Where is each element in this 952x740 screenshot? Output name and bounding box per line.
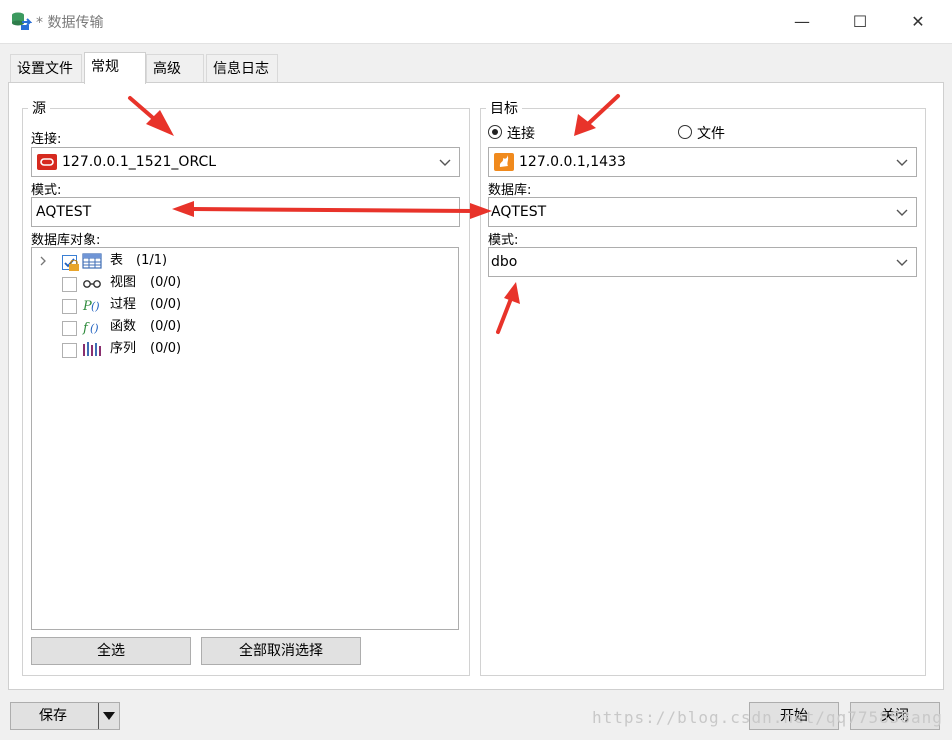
save-split-divider: [98, 703, 99, 729]
target-connection-value: 127.0.0.1,1433: [519, 154, 626, 170]
window-title: * 数据传输: [36, 15, 104, 31]
target-database-value: AQTEST: [491, 204, 547, 220]
functions-checkbox[interactable]: [62, 321, 77, 336]
sequence-icon: [83, 342, 101, 356]
tree-item-count: (1/1): [136, 253, 168, 268]
tree-item-count: (0/0): [150, 319, 182, 334]
tree-item-tables[interactable]: 表 (1/1): [32, 251, 452, 271]
caret-down-icon[interactable]: [102, 710, 116, 722]
tree-item-label: 过程: [110, 297, 137, 312]
source-schema-field[interactable]: AQTEST: [31, 197, 460, 227]
data-transfer-icon: [12, 12, 32, 30]
chevron-right-icon[interactable]: [38, 256, 48, 266]
svg-text:(): (): [90, 322, 99, 335]
target-database-select[interactable]: AQTEST: [488, 197, 917, 227]
tab-general[interactable]: 常规: [84, 52, 146, 84]
tab-settings-file[interactable]: 设置文件: [10, 54, 82, 82]
sequences-checkbox[interactable]: [62, 343, 77, 358]
maximize-button[interactable]: ☐: [848, 10, 872, 34]
source-connection-label: 连接:: [31, 132, 62, 147]
procedures-checkbox[interactable]: [62, 299, 77, 314]
tree-item-label: 视图: [110, 275, 137, 290]
source-connection-value: 127.0.0.1_1521_ORCL: [62, 154, 217, 170]
tab-info-log[interactable]: 信息日志: [206, 54, 278, 82]
function-icon: f (): [82, 321, 99, 336]
target-group-title: 目标: [486, 98, 522, 118]
target-connection-radio-label[interactable]: 连接: [507, 123, 535, 143]
views-checkbox[interactable]: [62, 277, 77, 292]
chevron-down-icon: [896, 209, 908, 216]
target-schema-label: 模式:: [488, 233, 519, 248]
tree-item-label: 序列: [110, 341, 137, 356]
source-group-title: 源: [28, 98, 50, 118]
tree-item-count: (0/0): [150, 297, 182, 312]
svg-text:(): (): [91, 300, 100, 313]
tab-advanced[interactable]: 高级: [146, 54, 204, 82]
title-bar: * 数据传输 — ☐ ✕: [0, 0, 952, 44]
target-connection-select[interactable]: 127.0.0.1,1433: [488, 147, 917, 177]
chevron-down-icon: [896, 259, 908, 266]
target-file-radio[interactable]: [678, 125, 692, 139]
target-file-radio-label[interactable]: 文件: [697, 123, 725, 143]
watermark: https://blog.csdn.net/qq775858ang: [592, 708, 943, 727]
tree-item-label: 函数: [110, 319, 137, 334]
tree-item-label: 表: [110, 253, 124, 268]
target-database-label: 数据库:: [488, 183, 532, 198]
tree-item-sequences[interactable]: 序列 (0/0): [32, 339, 452, 359]
view-icon: [83, 280, 101, 288]
target-schema-value: dbo: [491, 254, 518, 270]
target-schema-select[interactable]: dbo: [488, 247, 917, 277]
tree-item-functions[interactable]: f () 函数 (0/0): [32, 317, 452, 337]
tree-item-procedures[interactable]: P () 过程 (0/0): [32, 295, 452, 315]
table-icon: [82, 253, 102, 269]
target-connection-radio[interactable]: [488, 125, 502, 139]
lock-icon: [69, 260, 79, 271]
sqlserver-icon: [494, 153, 514, 171]
minimize-button[interactable]: —: [790, 10, 814, 34]
svg-text:f: f: [82, 321, 90, 336]
source-connection-select[interactable]: 127.0.0.1_1521_ORCL: [31, 147, 460, 177]
chevron-down-icon: [439, 159, 451, 166]
tree-item-views[interactable]: 视图 (0/0): [32, 273, 452, 293]
deselect-all-button[interactable]: 全部取消选择: [201, 637, 361, 665]
chevron-down-icon: [896, 159, 908, 166]
save-button-label: 保存: [39, 708, 67, 724]
source-schema-label: 模式:: [31, 183, 62, 198]
target-group: [480, 108, 926, 676]
database-objects-label: 数据库对象:: [31, 233, 101, 248]
close-window-button[interactable]: ✕: [906, 10, 930, 34]
tree-item-count: (0/0): [150, 275, 182, 290]
oracle-icon: [37, 154, 57, 170]
database-objects-tree[interactable]: 表 (1/1) 视图 (0/0) P () 过程 (0/0) f () 函数 (…: [31, 247, 459, 630]
select-all-button[interactable]: 全选: [31, 637, 191, 665]
source-schema-value: AQTEST: [36, 204, 92, 220]
tree-item-count: (0/0): [150, 341, 182, 356]
procedure-icon: P (): [82, 299, 100, 314]
